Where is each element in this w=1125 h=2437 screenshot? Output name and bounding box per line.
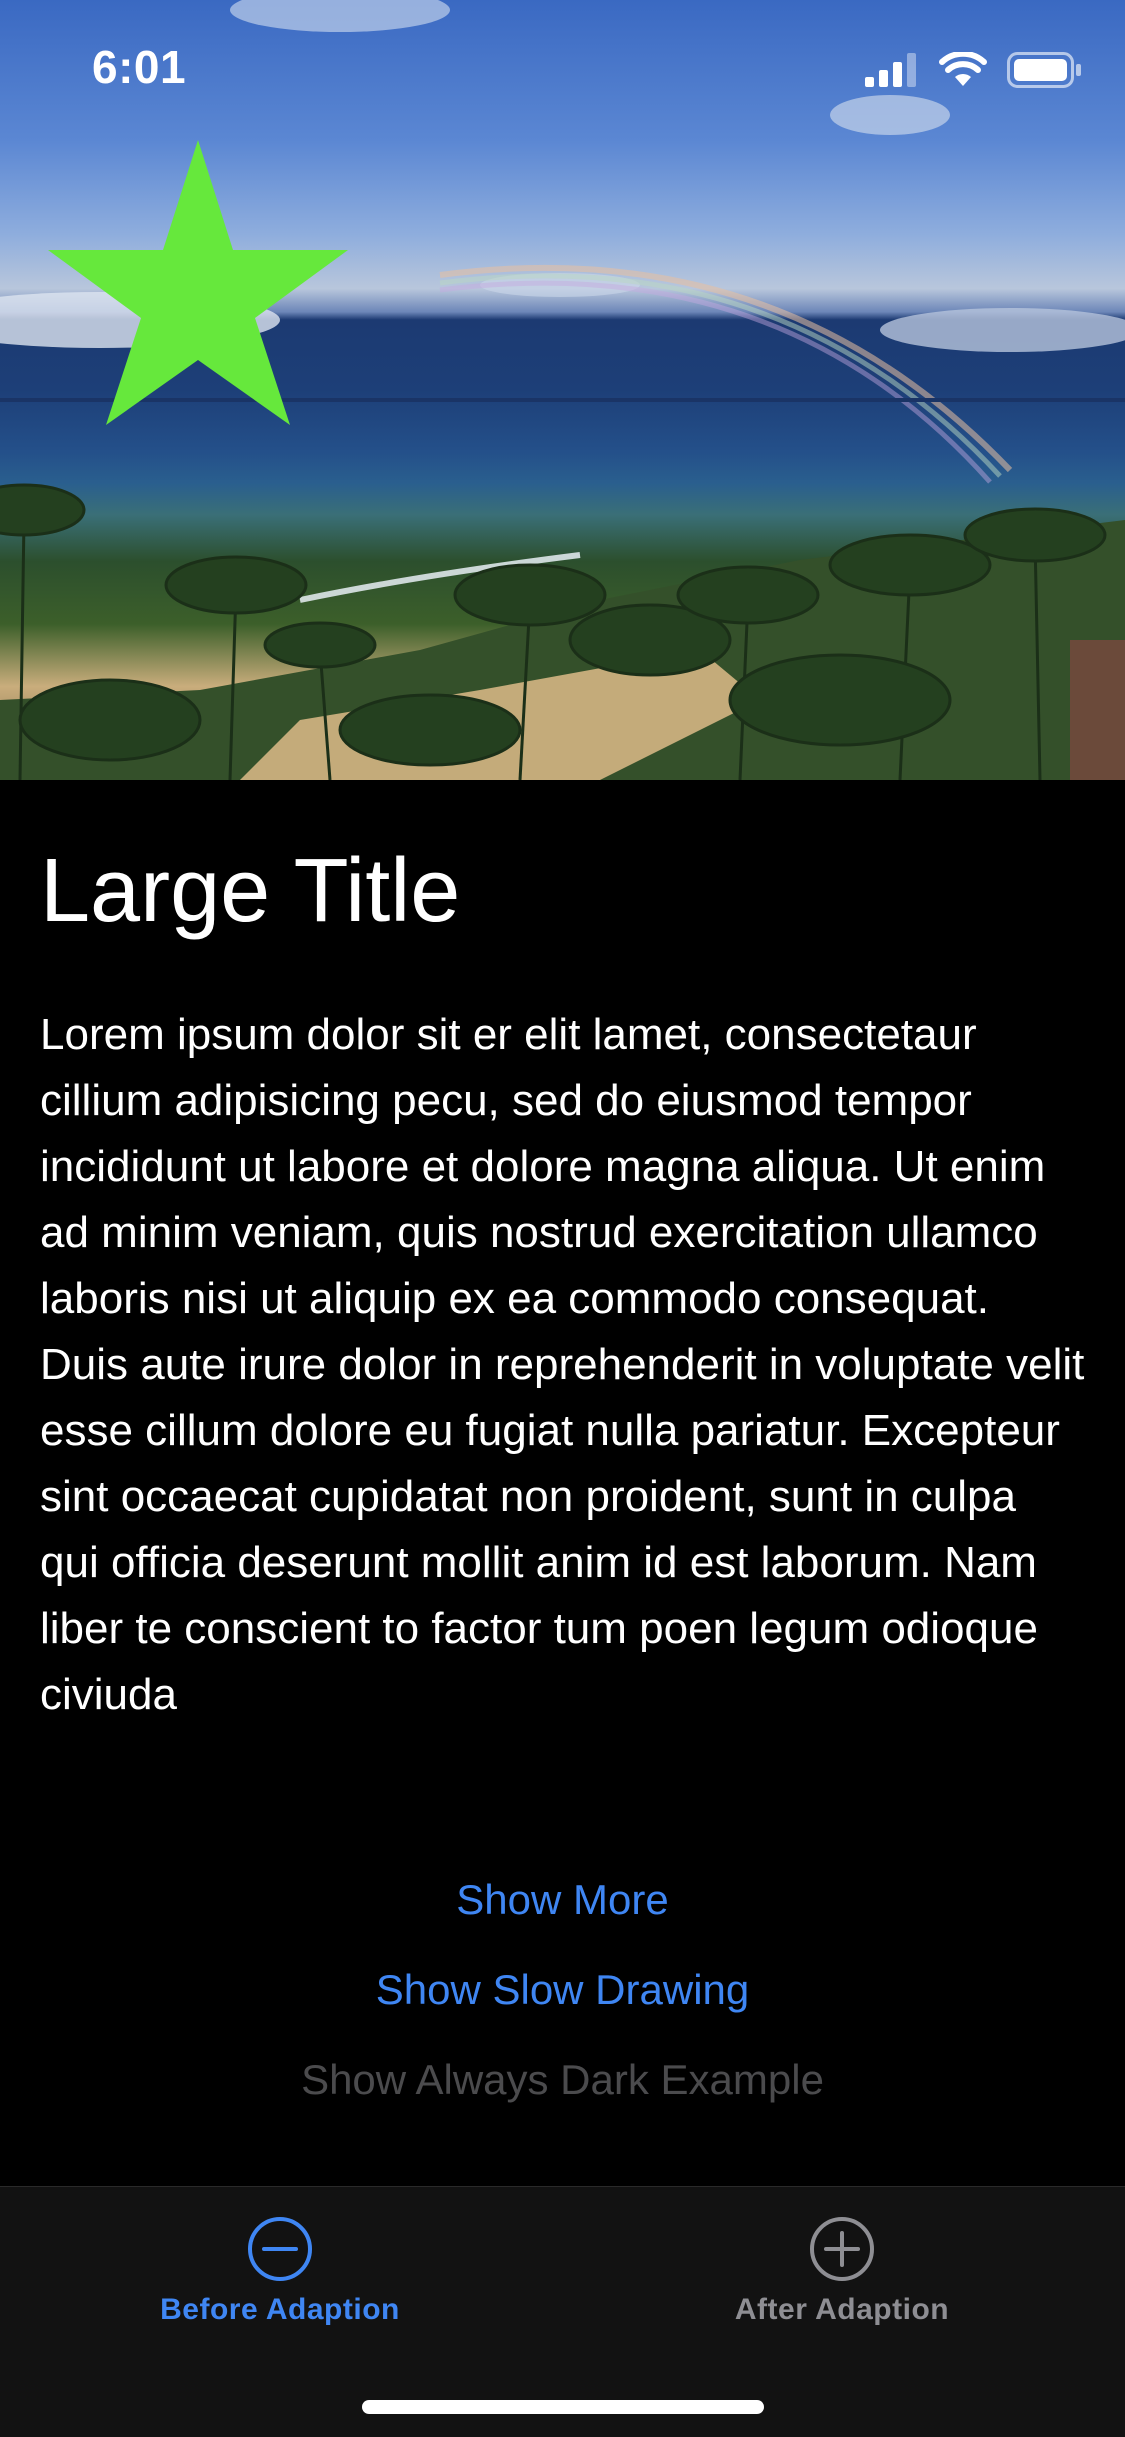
- page-title: Large Title: [40, 841, 461, 941]
- status-icons: [865, 52, 1083, 88]
- minus-circle-icon: [248, 2217, 312, 2281]
- home-indicator[interactable]: [362, 2400, 764, 2414]
- cellular-signal-icon: [865, 53, 916, 87]
- tab-before-adaption[interactable]: Before Adaption: [70, 2215, 490, 2327]
- show-always-dark-button[interactable]: Show Always Dark Example: [0, 2056, 1125, 2104]
- show-more-button[interactable]: Show More: [0, 1876, 1125, 1924]
- wifi-icon: [939, 52, 987, 86]
- battery-icon: [1007, 52, 1081, 88]
- tab-label: Before Adaption: [160, 2293, 400, 2326]
- tab-label: After Adaption: [734, 2293, 950, 2326]
- body-text-container: Lorem ipsum dolor sit er elit lamet, con…: [40, 1002, 1085, 1832]
- show-slow-drawing-button[interactable]: Show Slow Drawing: [0, 1966, 1125, 2014]
- status-bar: 6:01: [0, 0, 1125, 132]
- tab-after-adaption[interactable]: After Adaption: [632, 2215, 1052, 2327]
- star-icon: [48, 140, 348, 425]
- body-text: Lorem ipsum dolor sit er elit lamet, con…: [40, 1010, 1085, 1719]
- plus-circle-icon: [810, 2217, 874, 2281]
- status-time: 6:01: [92, 41, 187, 93]
